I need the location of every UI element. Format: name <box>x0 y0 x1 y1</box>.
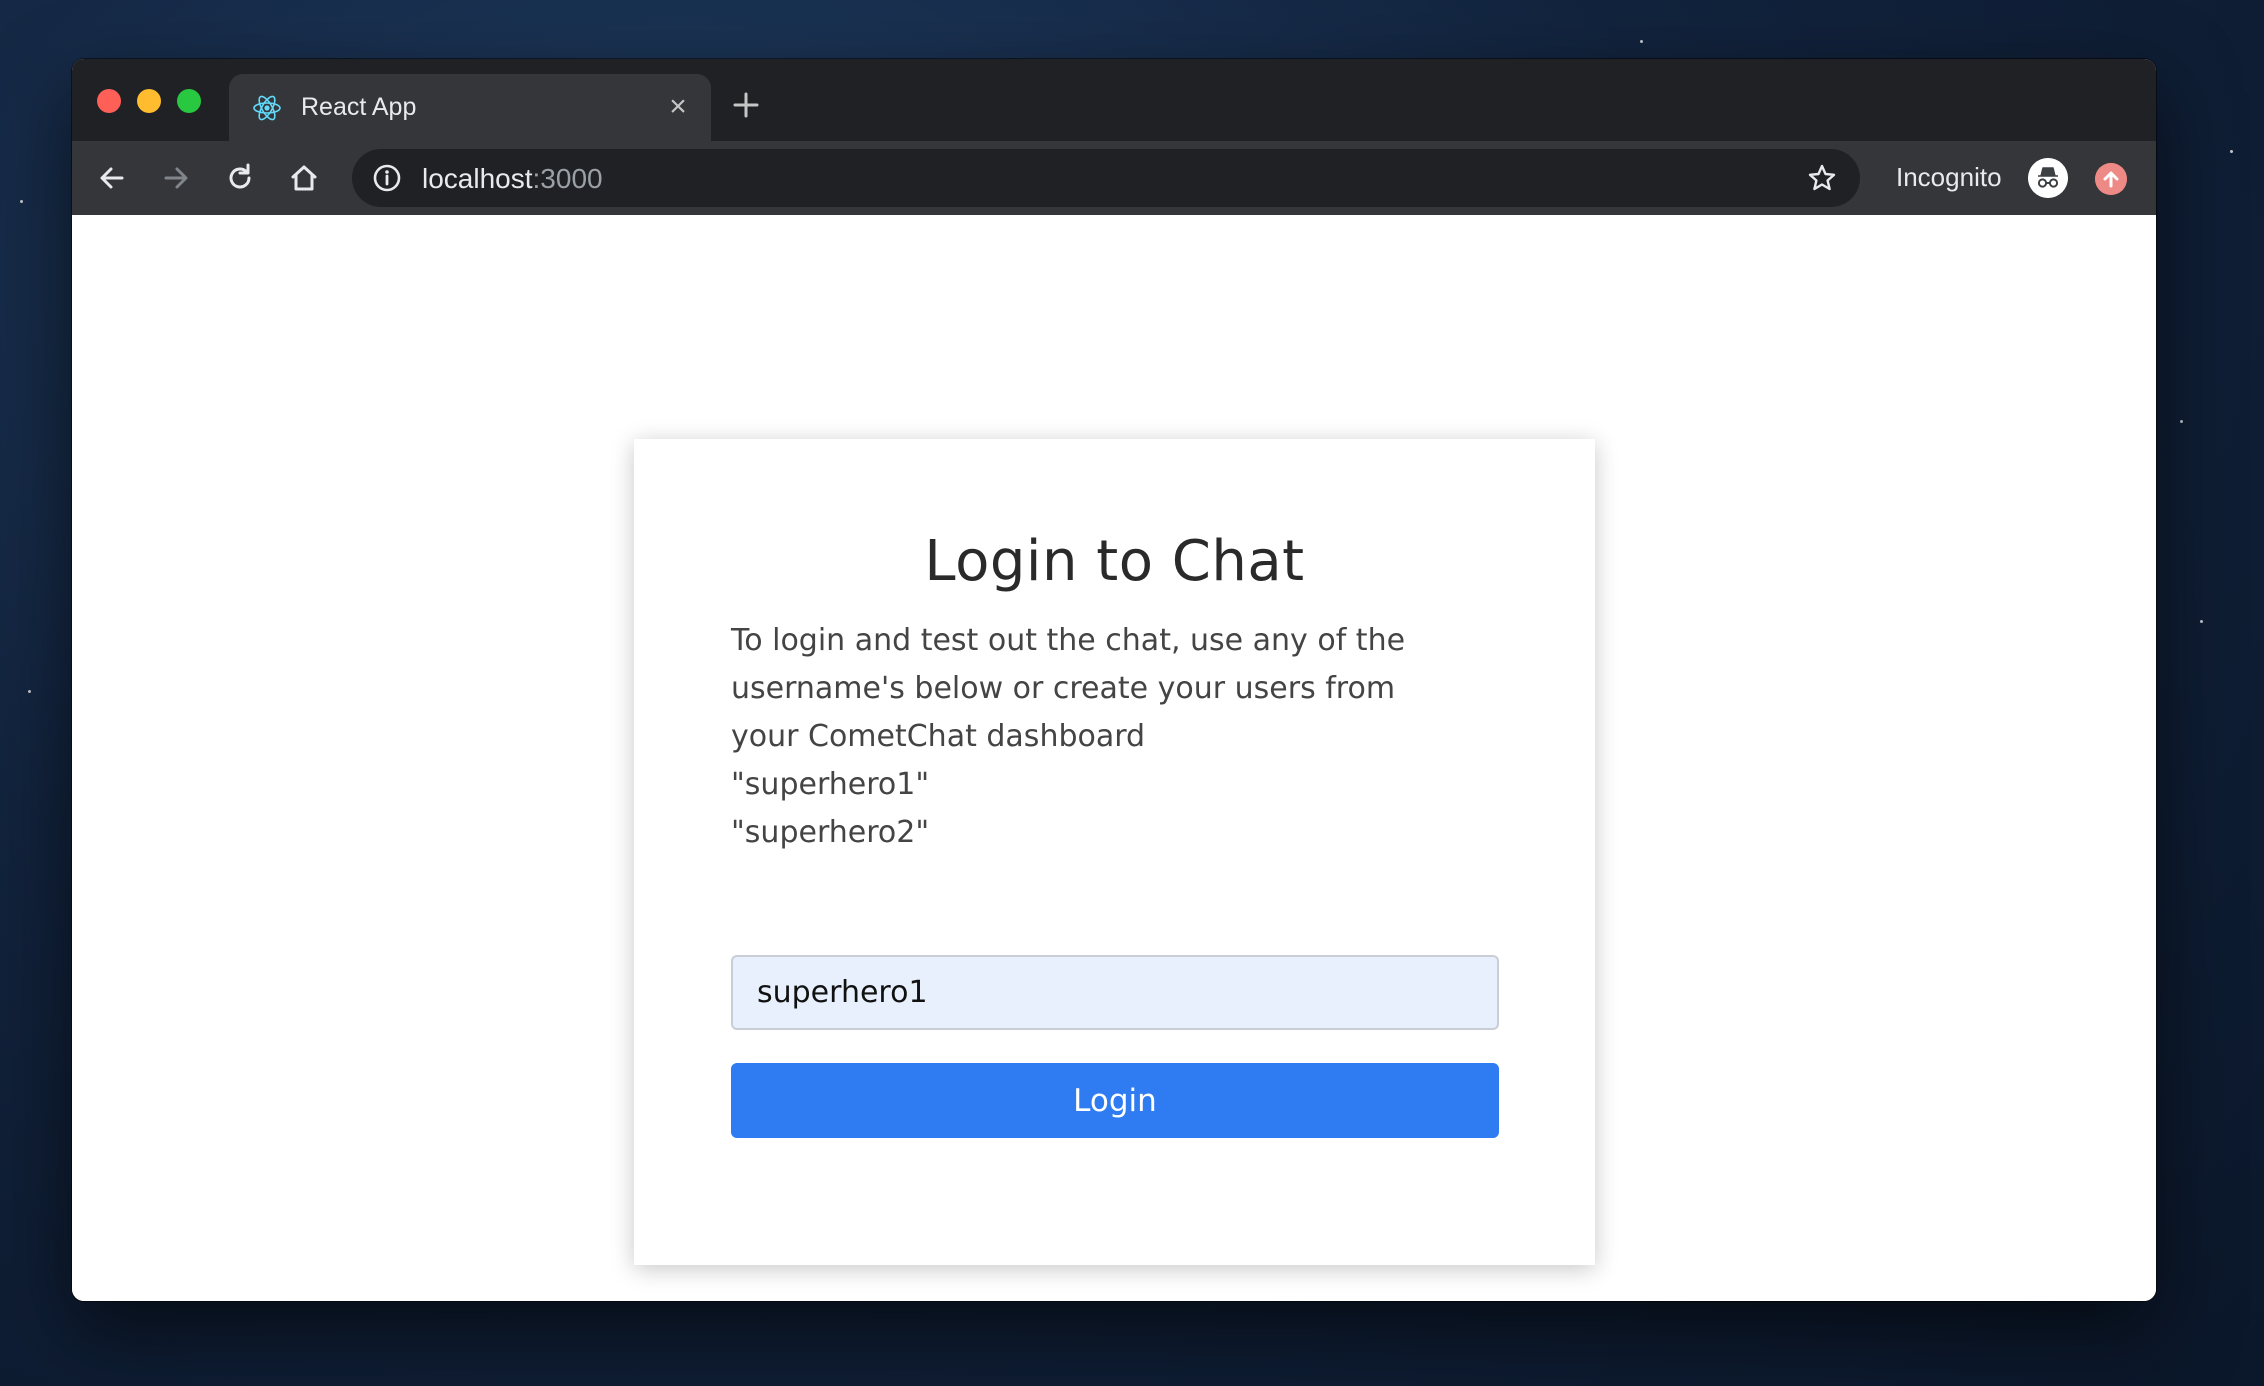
login-card: Login to Chat To login and test out the … <box>634 439 1595 1265</box>
browser-toolbar: localhost:3000 Incognito <box>72 141 2156 215</box>
star-icon[interactable] <box>1806 162 1838 194</box>
star <box>1640 40 1643 43</box>
url-host: localhost <box>422 163 533 194</box>
plus-icon[interactable] <box>728 87 764 123</box>
incognito-label[interactable]: Incognito <box>1896 162 2002 193</box>
star <box>2200 620 2203 623</box>
instructions-text: To login and test out the chat, use any … <box>731 623 1406 754</box>
tab-react-app[interactable]: React App × <box>229 74 711 141</box>
url-text: localhost:3000 <box>422 163 603 195</box>
react-logo-icon <box>253 95 281 121</box>
star <box>28 690 31 693</box>
star <box>20 200 23 203</box>
tab-title: React App <box>301 93 417 121</box>
star <box>2230 150 2233 153</box>
page-title: Login to Chat <box>924 529 1305 594</box>
page-viewport: Login to Chat To login and test out the … <box>72 215 2156 1301</box>
star <box>2180 420 2183 423</box>
tab-strip: React App × <box>72 59 2156 141</box>
login-button[interactable]: Login <box>731 1063 1499 1138</box>
sample-username-1: "superhero1" <box>731 767 930 802</box>
url-port: :3000 <box>532 163 603 194</box>
info-icon[interactable] <box>372 163 402 193</box>
browser-window: React App × localhost:3000 Incognito Log… <box>72 59 2156 1301</box>
incognito-icon[interactable] <box>2028 158 2068 198</box>
forward-arrow-icon[interactable] <box>156 158 196 198</box>
home-icon[interactable] <box>284 158 324 198</box>
minimize-window-button[interactable] <box>137 89 161 113</box>
close-window-button[interactable] <box>97 89 121 113</box>
address-bar[interactable]: localhost:3000 <box>352 149 1860 207</box>
update-arrow-icon[interactable] <box>2095 163 2127 195</box>
reload-icon[interactable] <box>220 158 260 198</box>
back-arrow-icon[interactable] <box>92 158 132 198</box>
login-instructions: To login and test out the chat, use any … <box>731 617 1431 857</box>
sample-username-2: "superhero2" <box>731 815 930 850</box>
close-tab-icon[interactable]: × <box>663 92 693 122</box>
maximize-window-button[interactable] <box>177 89 201 113</box>
username-input[interactable] <box>731 955 1499 1030</box>
